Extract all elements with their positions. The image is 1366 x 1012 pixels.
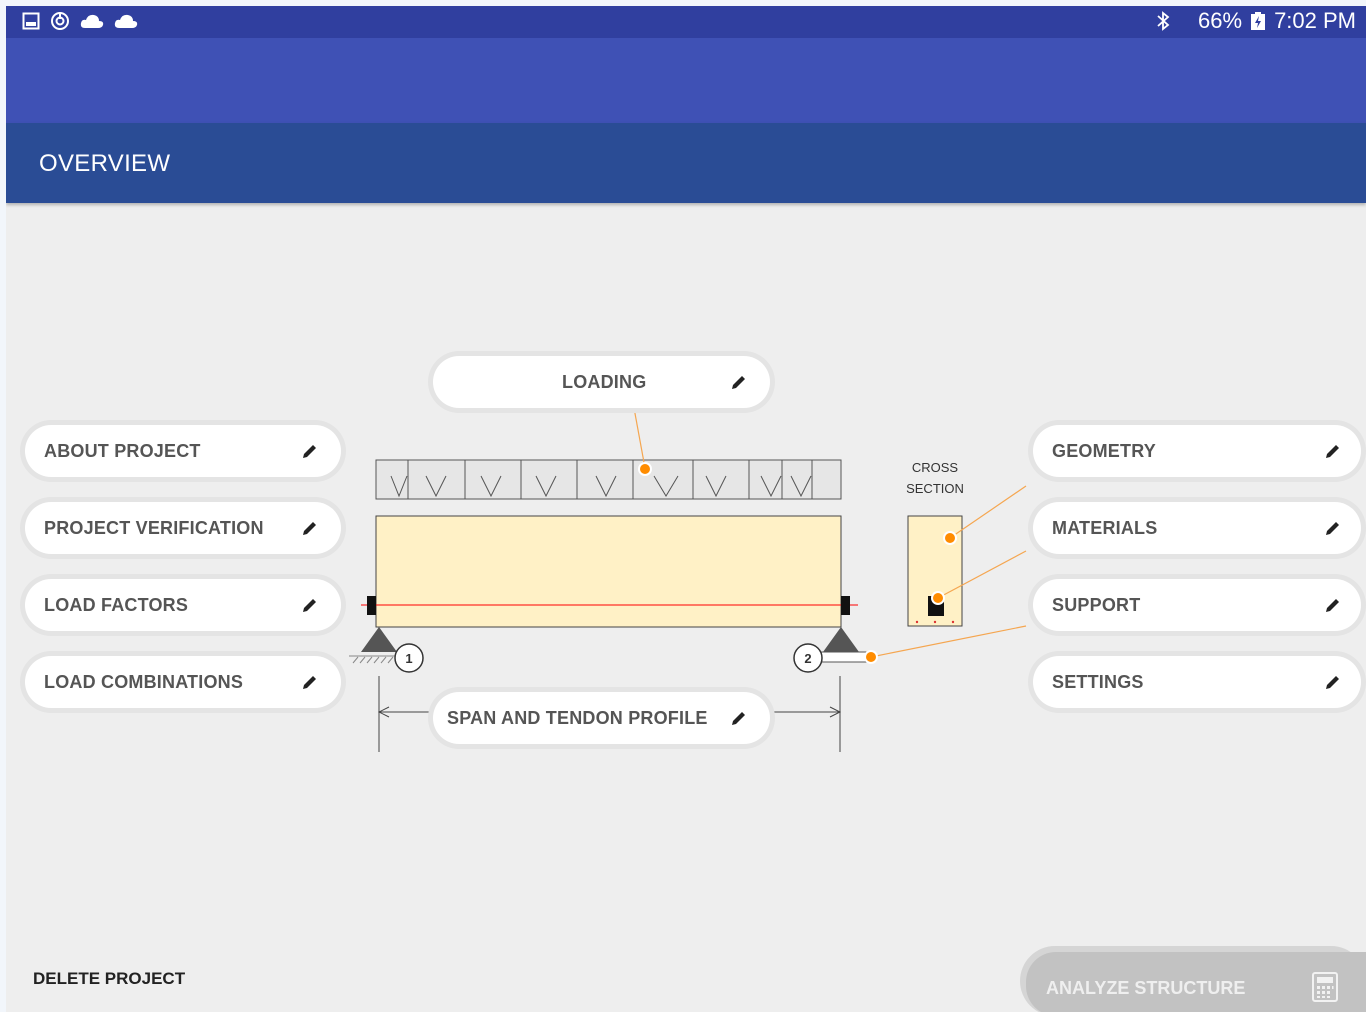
support-label: SUPPORT bbox=[1052, 594, 1141, 615]
support-2-label: 2 bbox=[804, 651, 811, 666]
settings-button[interactable]: SETTINGS bbox=[1033, 656, 1361, 708]
support-1-label: 1 bbox=[405, 651, 412, 666]
about-project-pill: ABOUT PROJECT bbox=[20, 420, 346, 482]
beam bbox=[375, 515, 842, 628]
anchor-right bbox=[841, 596, 850, 615]
project-verification-label: PROJECT VERIFICATION bbox=[44, 517, 264, 538]
support-hatch bbox=[349, 655, 398, 664]
roller-base bbox=[820, 651, 868, 663]
materials-label: MATERIALS bbox=[1052, 517, 1158, 538]
span-tendon-button[interactable]: SPAN AND TENDON PROFILE bbox=[433, 692, 770, 744]
edit-icon bbox=[732, 376, 745, 389]
span-tendon-label: SPAN AND TENDON PROFILE bbox=[447, 707, 708, 728]
geometry-button[interactable]: GEOMETRY bbox=[1033, 425, 1361, 477]
analyze-structure-button[interactable]: ANALYZE STRUCTURE bbox=[1020, 946, 1366, 1012]
load-combinations-label: LOAD COMBINATIONS bbox=[44, 671, 244, 692]
load-factors-pill: LOAD FACTORS bbox=[20, 574, 346, 636]
materials-pill: MATERIALS bbox=[1028, 497, 1366, 559]
analyze-structure-label: ANALYZE STRUCTURE bbox=[1046, 978, 1246, 998]
edit-icon bbox=[1326, 676, 1339, 689]
load-box bbox=[375, 459, 842, 500]
load-factors-button[interactable]: LOAD FACTORS bbox=[25, 579, 341, 631]
span-tendon-pill: SPAN AND TENDON PROFILE bbox=[428, 687, 775, 749]
load-combinations-button[interactable]: LOAD COMBINATIONS bbox=[25, 656, 341, 708]
delete-project-button[interactable]: DELETE PROJECT bbox=[33, 969, 185, 989]
edit-icon bbox=[732, 712, 745, 725]
edit-icon bbox=[1326, 445, 1339, 458]
project-verification-button[interactable]: PROJECT VERIFICATION bbox=[25, 502, 341, 554]
edit-icon bbox=[303, 676, 316, 689]
edit-icon bbox=[303, 599, 316, 612]
edit-icon bbox=[303, 445, 316, 458]
about-project-label: ABOUT PROJECT bbox=[44, 440, 201, 461]
edit-icon bbox=[1326, 599, 1339, 612]
loading-pill: LOADING bbox=[428, 351, 775, 413]
support-button[interactable]: SUPPORT bbox=[1033, 579, 1361, 631]
loading-button[interactable]: LOADING bbox=[433, 356, 770, 408]
load-factors-label: LOAD FACTORS bbox=[44, 594, 189, 615]
cross-section-label-2: SECTION bbox=[906, 481, 964, 496]
settings-label: SETTINGS bbox=[1052, 671, 1144, 692]
project-verification-pill: PROJECT VERIFICATION bbox=[20, 497, 346, 559]
anchor-left bbox=[367, 596, 376, 615]
edit-icon bbox=[1326, 522, 1339, 535]
calculator-icon bbox=[1312, 972, 1338, 1002]
cross-section-label-1: CROSS bbox=[912, 460, 959, 475]
geometry-label: GEOMETRY bbox=[1052, 440, 1156, 461]
support-roller bbox=[823, 627, 859, 652]
app-window: 66% 7:02 PM OVERVIEW 1 2 CROSS SECTION A… bbox=[6, 6, 1366, 1012]
analyze-structure-surface: ANALYZE STRUCTURE bbox=[1026, 952, 1366, 1012]
loading-label: LOADING bbox=[562, 371, 647, 392]
support-pin bbox=[361, 627, 397, 652]
geometry-pill: GEOMETRY bbox=[1028, 420, 1366, 482]
materials-button[interactable]: MATERIALS bbox=[1033, 502, 1361, 554]
support-pill: SUPPORT bbox=[1028, 574, 1366, 636]
about-project-button[interactable]: ABOUT PROJECT bbox=[25, 425, 341, 477]
load-combinations-pill: LOAD COMBINATIONS bbox=[20, 651, 346, 713]
edit-icon bbox=[303, 522, 316, 535]
settings-pill: SETTINGS bbox=[1028, 651, 1366, 713]
